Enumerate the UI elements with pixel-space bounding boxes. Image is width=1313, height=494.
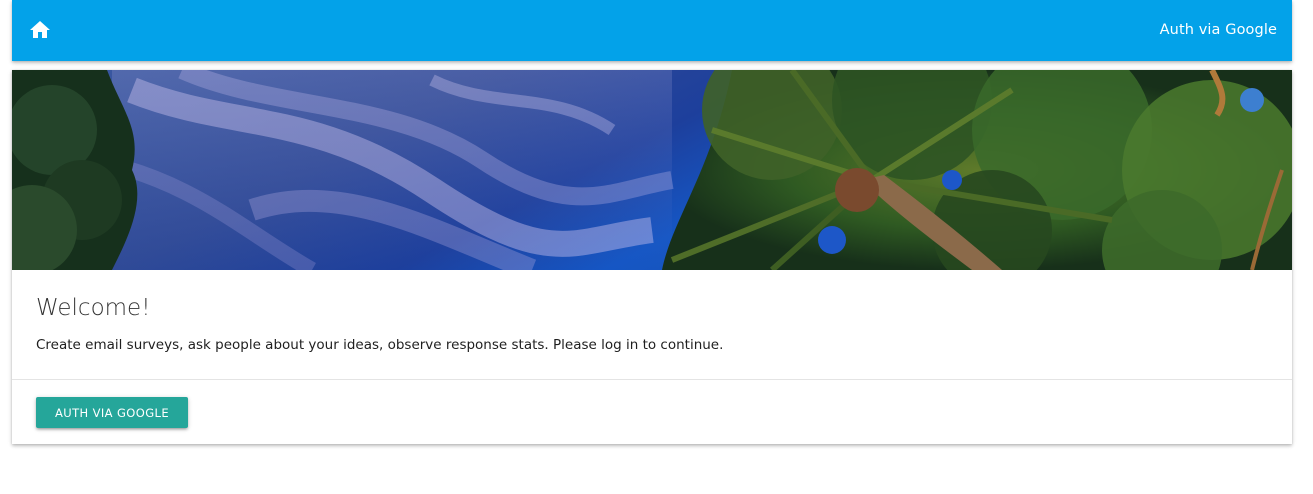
card-title: Welcome!: [36, 295, 151, 321]
card-description: Create email surveys, ask people about y…: [36, 337, 724, 353]
home-icon: [30, 21, 50, 38]
top-navbar: Auth via Google: [12, 0, 1292, 61]
home-button[interactable]: [28, 18, 52, 42]
palm-tree-night-image: [12, 70, 1292, 270]
card-action: Auth via Google: [12, 380, 1292, 444]
card-image: [12, 70, 1292, 270]
card-content: Welcome! Create email surveys, ask peopl…: [12, 270, 1292, 380]
auth-via-google-button[interactable]: Auth via Google: [36, 397, 188, 428]
nav-auth-google-link[interactable]: Auth via Google: [1160, 20, 1277, 40]
welcome-card: Welcome! Create email surveys, ask peopl…: [12, 70, 1292, 444]
